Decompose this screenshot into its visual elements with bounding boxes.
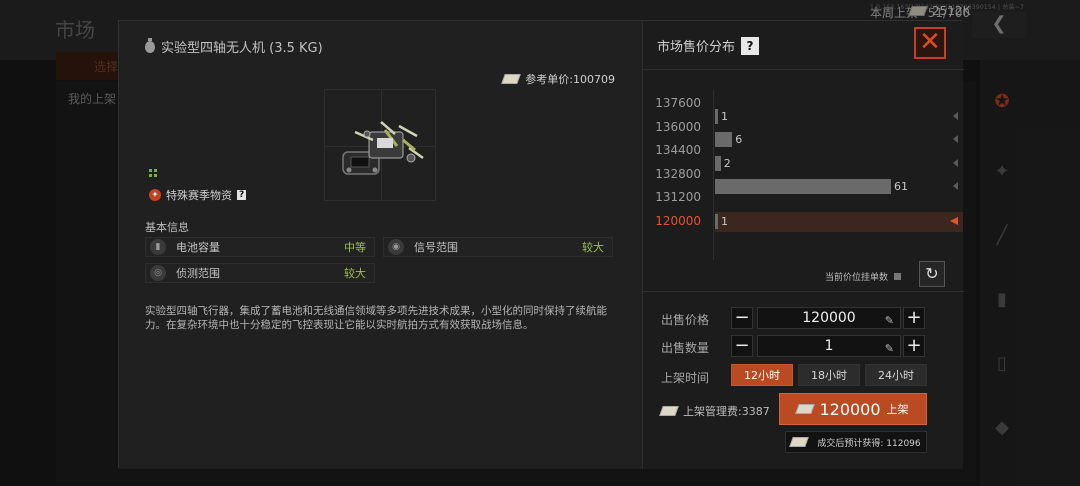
cash-icon	[501, 74, 522, 84]
price-bar	[715, 132, 733, 148]
quantity-input[interactable]: 1 ✎	[757, 335, 901, 357]
reference-price: 参考单价: 100709	[501, 71, 615, 87]
price-tick-label: 136000	[655, 119, 701, 134]
grenade-icon	[145, 37, 155, 53]
price-bar-count: 1	[721, 109, 728, 123]
price-bar-count: 1	[721, 214, 728, 228]
basic-info-title: 基本信息	[145, 221, 189, 234]
duration-18h-button[interactable]: 18小时	[798, 364, 860, 386]
row-arrow-icon	[953, 135, 958, 144]
duration-24h-button[interactable]: 24小时	[865, 364, 927, 386]
item-preview	[324, 89, 436, 201]
item-description: 实验型四轴飞行器，集成了蓄电池和无线通信领域等多项先进技术成果，小型化的同时保持…	[145, 305, 607, 331]
season-tag: ✦ 特殊赛季物资 ?	[149, 187, 247, 203]
price-bar-count: 6	[735, 133, 743, 147]
attr-value: 较大	[582, 241, 604, 254]
attr-label: 信号范围	[414, 241, 458, 254]
price-bar	[715, 213, 718, 229]
price-distribution-chart: 137600 136000 134400 132800 131200 120000 1 6 2 6…	[643, 69, 964, 289]
attr-label: 电池容量	[176, 241, 220, 254]
season-badge-icon: ✦	[149, 189, 161, 201]
current-price-count-label: 当前价位挂单数	[824, 273, 888, 283]
price-input[interactable]: 120000 ✎	[757, 307, 901, 329]
list-item-button[interactable]: 120000 上架	[779, 393, 927, 425]
item-detail-pane: 实验型四轴无人机 (3.5 KG) 参考单价: 100709 ✦ 特殊赛季物资 …	[119, 21, 641, 469]
item-title-text: 实验型四轴无人机 (3.5 KG)	[161, 41, 323, 56]
current-price-count-toggle[interactable]: 当前价位挂单数	[825, 270, 901, 283]
price-tick-label: 120000	[655, 213, 701, 228]
fee-label: 上架管理费:	[683, 405, 742, 418]
grid-size-icon	[149, 169, 157, 177]
cash-icon	[795, 404, 816, 414]
price-increase-button[interactable]: +	[903, 307, 925, 329]
row-arrow-icon	[953, 182, 958, 191]
chart-axis	[713, 90, 714, 260]
attr-label: 侦测范围	[176, 267, 220, 280]
quantity-label: 出售数量	[661, 341, 710, 355]
close-icon: ✕	[919, 27, 941, 57]
season-help-icon[interactable]: ?	[237, 190, 247, 200]
price-tick-label: 134400	[655, 143, 701, 157]
price-bar	[715, 108, 718, 124]
attr-detection: ◎ 侦测范围 较大	[145, 263, 375, 283]
cash-icon	[789, 437, 810, 447]
current-price-arrow-icon	[950, 216, 958, 225]
refresh-button[interactable]: ↻	[919, 261, 945, 287]
price-label: 出售价格	[661, 313, 710, 327]
attr-battery: ▮ 电池容量 中等	[145, 237, 375, 257]
market-help-icon[interactable]: ?	[741, 36, 760, 55]
price-tick-label: 132800	[655, 166, 701, 181]
market-pane: 市场售价分布 ? ✕ 137600 136000 134400 132800 13120…	[642, 21, 964, 469]
battery-icon: ▮	[150, 239, 166, 255]
drone-image	[342, 121, 424, 175]
list-label: 上架	[886, 403, 909, 416]
row-arrow-icon	[953, 111, 958, 120]
market-title: 市场售价分布 ?	[657, 36, 760, 55]
price-bar	[715, 155, 721, 171]
close-button[interactable]: ✕	[914, 27, 946, 59]
estimated-income: 成交后预计获得: 112096	[785, 431, 927, 453]
refresh-icon: ↻	[925, 264, 939, 283]
list-amount: 120000	[819, 399, 881, 419]
pencil-icon: ✎	[884, 342, 894, 355]
price-bar	[715, 179, 891, 195]
price-value: 120000	[802, 310, 856, 326]
attr-value: 较大	[344, 267, 366, 280]
price-decrease-button[interactable]: −	[731, 307, 753, 329]
current-price-count-checkbox[interactable]	[894, 273, 901, 280]
quantity-decrease-button[interactable]: −	[731, 335, 753, 357]
estimate-text: 成交后预计获得: 112096	[817, 438, 921, 449]
price-bar-count: 61	[894, 180, 908, 194]
sell-item-modal: 实验型四轴无人机 (3.5 KG) 参考单价: 100709 ✦ 特殊赛季物资 …	[118, 20, 964, 469]
price-tick-label: 137600	[655, 96, 701, 110]
season-label: 特殊赛季物资	[166, 189, 232, 202]
duration-12h-button[interactable]: 12小时	[731, 364, 793, 386]
fee-value: 3387	[741, 404, 770, 418]
pencil-icon: ✎	[884, 314, 894, 327]
quantity-increase-button[interactable]: +	[903, 335, 925, 357]
attr-signal: ◉ 信号范围 较大	[383, 237, 613, 257]
price-bar-count: 2	[723, 156, 731, 170]
ref-price-value: 100709	[573, 72, 615, 86]
form-divider	[643, 291, 964, 292]
listing-fee: 上架管理费: 3387	[659, 403, 770, 419]
radar-icon: ◎	[150, 265, 166, 281]
item-title: 实验型四轴无人机 (3.5 KG)	[145, 37, 323, 56]
market-title-text: 市场售价分布	[657, 40, 736, 55]
current-price-highlight	[715, 211, 963, 232]
duration-label: 上架时间	[661, 371, 710, 385]
signal-icon: ◉	[388, 239, 404, 255]
attr-value: 中等	[344, 241, 366, 254]
cash-icon	[659, 406, 679, 416]
price-tick-label: 131200	[655, 190, 701, 204]
row-arrow-icon	[953, 158, 958, 167]
ref-price-label: 参考单价:	[525, 73, 573, 86]
quantity-value: 1	[824, 338, 834, 354]
